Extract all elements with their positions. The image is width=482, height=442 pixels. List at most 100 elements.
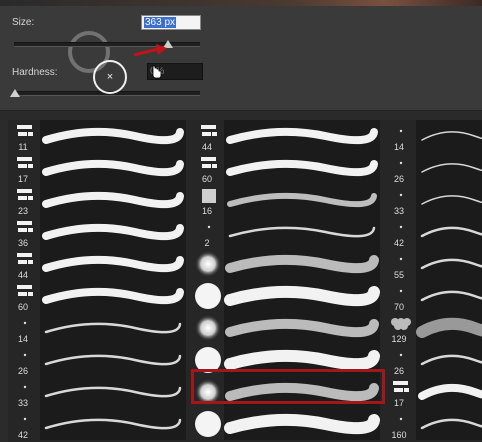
brush-preset-2-5[interactable] (192, 248, 222, 280)
brush-stroke-preview[interactable] (40, 312, 186, 344)
brush-preset-2-2[interactable]: 60 (192, 152, 222, 184)
brush-tip-dot-icon (390, 154, 408, 172)
brush-stroke-preview[interactable] (416, 184, 482, 216)
brush-preset-1-7[interactable]: 14 (8, 312, 38, 344)
brush-tip-dot-icon (390, 250, 408, 268)
brush-size-label: 160 (391, 430, 407, 440)
brush-stroke-preview[interactable] (40, 248, 186, 280)
brush-tip-scatter-icon (14, 154, 33, 172)
brush-size-label: 23 (17, 206, 28, 216)
brush-preset-1-9[interactable]: 33 (8, 376, 38, 408)
brush-size-label: 42 (17, 430, 28, 440)
brush-stroke-preview[interactable] (416, 312, 482, 344)
brush-tip-dot-icon (14, 346, 32, 364)
brush-stroke-preview[interactable] (224, 216, 380, 248)
brush-tip-hard-icon (194, 409, 221, 437)
brush-size-label: 2 (204, 238, 210, 248)
brush-stroke-preview[interactable] (40, 120, 186, 152)
brush-size-label: 14 (393, 142, 404, 152)
brush-preset-3-4[interactable]: 42 (384, 216, 414, 248)
brush-tip-hard-icon (194, 345, 221, 373)
brush-preset-2-3[interactable]: 16 (192, 184, 222, 216)
brush-preset-1-1[interactable]: 11 (8, 120, 38, 152)
brush-tip-soft-icon (194, 313, 221, 341)
brush-tip-scatter-icon (14, 186, 33, 204)
brush-tip-dot-icon (14, 378, 32, 396)
brush-stroke-preview[interactable] (224, 120, 380, 152)
brush-preset-2-10[interactable] (192, 408, 222, 440)
brush-stroke-preview[interactable] (40, 344, 186, 376)
brush-preset-3-6[interactable]: 70 (384, 280, 414, 312)
brush-stroke-preview[interactable] (40, 216, 186, 248)
brush-preset-1-3[interactable]: 23 (8, 184, 38, 216)
brush-preset-3-10[interactable]: 160 (384, 408, 414, 440)
brush-tip-dot-icon (390, 122, 408, 140)
brush-preset-3-1[interactable]: 14 (384, 120, 414, 152)
brush-size-label: 26 (393, 174, 404, 184)
brush-size-label: 129 (391, 334, 407, 344)
brush-tip-dot-icon (390, 186, 408, 204)
brush-preset-3-2[interactable]: 26 (384, 152, 414, 184)
brush-size-label: 36 (17, 238, 28, 248)
brush-stroke-preview[interactable] (224, 248, 380, 280)
brush-stroke-preview[interactable] (416, 248, 482, 280)
brush-stroke-preview[interactable] (40, 280, 186, 312)
brush-preset-1-5[interactable]: 44 (8, 248, 38, 280)
brush-size-label: 55 (393, 270, 404, 280)
brush-stroke-preview[interactable] (416, 280, 482, 312)
brush-stroke-preview[interactable] (224, 408, 380, 440)
brush-stroke-preview[interactable] (416, 120, 482, 152)
brush-preset-2-7[interactable] (192, 312, 222, 344)
brush-stroke-preview[interactable] (224, 280, 380, 312)
brush-preset-1-2[interactable]: 17 (8, 152, 38, 184)
brush-preset-2-4[interactable]: 2 (192, 216, 222, 248)
brush-stroke-preview[interactable] (416, 216, 482, 248)
brush-stroke-preview[interactable] (40, 408, 186, 440)
brush-preset-2-1[interactable]: 44 (192, 120, 222, 152)
brush-stroke-preview[interactable] (224, 312, 380, 344)
brush-tip-dot-icon (390, 218, 408, 236)
brush-preset-3-9[interactable]: 17 (384, 376, 414, 408)
brush-stroke-preview[interactable] (416, 408, 482, 440)
brush-stroke-preview[interactable] (224, 184, 380, 216)
hardness-slider-thumb[interactable] (10, 89, 20, 97)
brush-stroke-preview[interactable] (416, 152, 482, 184)
brush-stroke-preview[interactable] (40, 184, 186, 216)
brush-size-label: 42 (393, 238, 404, 248)
brush-size-label: 44 (201, 142, 212, 152)
brush-preset-3-3[interactable]: 33 (384, 184, 414, 216)
brush-size-label: 16 (201, 206, 212, 216)
brush-preset-2-6[interactable] (192, 280, 222, 312)
brush-size-label: 44 (17, 270, 28, 280)
brush-options-panel: Size: 363 px Hardness: 0% × (0, 0, 482, 110)
brush-stroke-preview[interactable] (40, 152, 186, 184)
brush-preset-3-5[interactable]: 55 (384, 248, 414, 280)
brush-preset-3-8[interactable]: 26 (384, 344, 414, 376)
brush-size-label: 26 (393, 366, 404, 376)
brush-preset-1-8[interactable]: 26 (8, 344, 38, 376)
brush-size-label: 17 (17, 174, 28, 184)
brush-size-label: 26 (17, 366, 28, 376)
brush-tip-scatter-icon (198, 154, 217, 172)
brush-preset-1-4[interactable]: 36 (8, 216, 38, 248)
selected-brush-highlight (191, 369, 385, 404)
brush-stroke-preview[interactable] (416, 344, 482, 376)
brush-stroke-preview[interactable] (40, 376, 186, 408)
brush-stroke-preview[interactable] (416, 376, 482, 408)
brush-tip-scatter-icon (390, 378, 409, 396)
hand-cursor-icon (152, 65, 162, 79)
brush-stroke-preview[interactable] (224, 152, 380, 184)
brush-size-label: 14 (17, 334, 28, 344)
brush-tip-dot-icon (14, 314, 32, 332)
brush-tip-scatter-icon (14, 250, 33, 268)
brush-preset-1-6[interactable]: 60 (8, 280, 38, 312)
brush-size-label: 33 (17, 398, 28, 408)
brush-preset-3-7[interactable]: 129 (384, 312, 414, 344)
brush-size-label: 17 (393, 398, 404, 408)
brush-tip-cloud-icon (390, 314, 411, 332)
size-input[interactable]: 363 px (141, 15, 201, 30)
brush-preset-1-10[interactable]: 42 (8, 408, 38, 440)
brush-tip-dot-icon (390, 410, 408, 428)
brush-tip-soft-icon (194, 249, 221, 277)
brush-tip-scatter-icon (14, 282, 33, 300)
